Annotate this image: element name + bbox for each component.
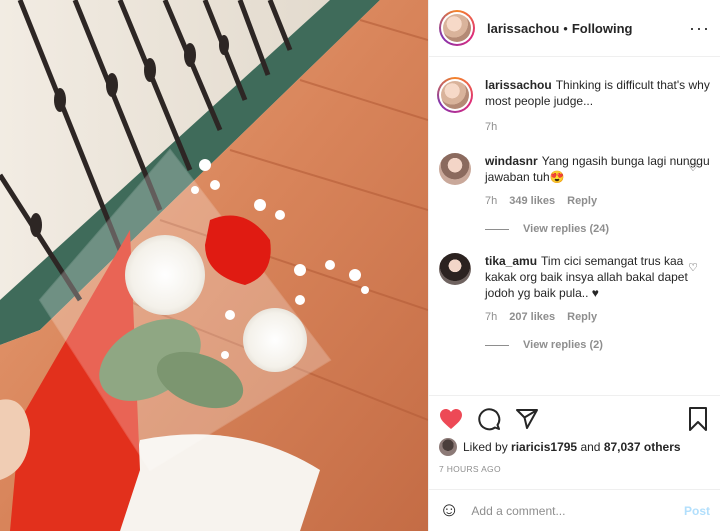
post-photo[interactable] (0, 0, 428, 531)
comment-composer: ☺ Post (429, 489, 720, 531)
view-replies-button[interactable]: View replies (24) (485, 223, 710, 235)
author-username[interactable]: larissachou (487, 21, 559, 36)
likes-others-link[interactable]: 87,037 others (604, 440, 681, 454)
emoji-icon[interactable]: ☺ (439, 499, 459, 522)
avatar[interactable] (439, 253, 471, 285)
comment-icon[interactable] (477, 407, 501, 431)
comments-list[interactable]: larissachou Thinking is difficult that's … (429, 58, 720, 395)
liker-avatar[interactable] (439, 438, 457, 456)
separator: • (563, 20, 568, 36)
comment-item: tika_amu Tim cici semangat trus kaa kakak… (439, 253, 710, 325)
avatar[interactable] (437, 77, 473, 113)
heart-icon[interactable]: ♡ (688, 261, 698, 274)
post-timestamp[interactable]: 7 HOURS AGO (439, 464, 710, 474)
reply-button[interactable]: Reply (567, 193, 597, 209)
post-panel: larissachou • Following ··· larissachou T… (428, 0, 720, 531)
share-icon[interactable] (515, 407, 539, 431)
reply-button[interactable]: Reply (567, 309, 597, 325)
post-button[interactable]: Post (684, 504, 710, 518)
caption: larissachou Thinking is difficult that's … (437, 77, 710, 135)
heart-icon[interactable] (439, 408, 463, 430)
comment-likes[interactable]: 207 likes (509, 309, 555, 325)
comment-time[interactable]: 7h (485, 309, 497, 325)
comment-input[interactable] (471, 503, 684, 518)
divider (485, 344, 509, 346)
action-bar: Liked by riaricis1795 and 87,037 others … (429, 395, 720, 474)
liked-by-prefix: Liked by (463, 440, 508, 454)
view-replies-button[interactable]: View replies (2) (485, 339, 710, 351)
caption-time[interactable]: 7h (485, 119, 497, 135)
bouquet-photo (0, 0, 428, 531)
post-header: larissachou • Following ··· (429, 0, 720, 57)
bookmark-icon[interactable] (688, 407, 708, 431)
caption-username[interactable]: larissachou (485, 78, 552, 92)
comment-time[interactable]: 7h (485, 193, 497, 209)
view-replies-label: View replies (24) (523, 223, 610, 235)
view-replies-label: View replies (2) (523, 339, 603, 351)
heart-icon[interactable]: ♡ (688, 161, 698, 174)
divider (485, 228, 509, 230)
comment-username[interactable]: tika_amu (485, 254, 537, 268)
comment-item: windasnr Yang ngasih bunga lagi nunggu ja… (439, 153, 710, 209)
likes-summary: Liked by riaricis1795 and 87,037 others (439, 438, 710, 456)
follow-status-button[interactable]: Following (572, 21, 633, 36)
liked-by-suffix: and (580, 440, 601, 454)
avatar[interactable] (439, 153, 471, 185)
liked-by-user[interactable]: riaricis1795 (511, 440, 577, 454)
comment-likes[interactable]: 349 likes (509, 193, 555, 209)
comment-username[interactable]: windasnr (485, 154, 538, 168)
more-icon[interactable]: ··· (689, 19, 710, 37)
avatar[interactable] (439, 10, 475, 46)
